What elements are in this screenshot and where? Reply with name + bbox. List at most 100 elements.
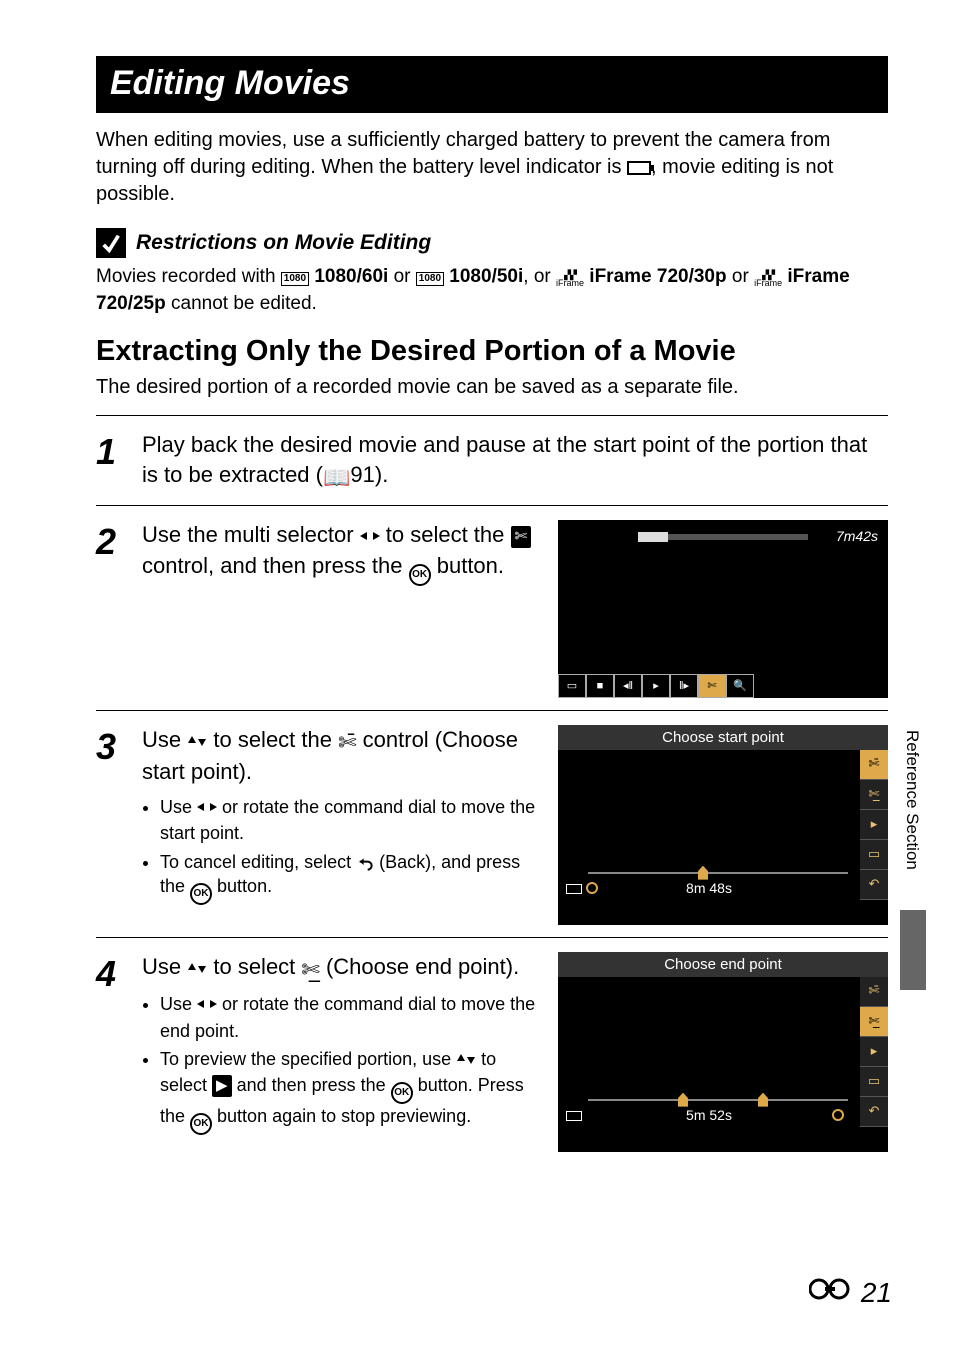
iframe-icon-1: ▞▞iFrame: [556, 271, 584, 287]
s2-t3: control, and then press the: [142, 553, 409, 578]
left-right-arrows-icon: [197, 994, 217, 1018]
restrictions-block: Restrictions on Movie Editing Movies rec…: [96, 228, 888, 317]
trim-marker: [698, 866, 708, 880]
left-right-arrows-icon: [360, 522, 380, 552]
restrictions-body: Movies recorded with 1080 1080/60i or 10…: [96, 264, 888, 317]
section-heading: Extracting Only the Desired Portion of a…: [96, 335, 888, 368]
screen-header: Choose end point: [558, 952, 888, 977]
fmt2: 1080/50i: [449, 266, 523, 287]
fmt3: iFrame 720/30p: [589, 266, 726, 287]
frame-fwd-control: ǁ▸: [670, 674, 698, 698]
screenshot-choose-start: Choose start point ✄̄ ✄̲ ▸ ▭ ↶ 8m 48s: [558, 725, 888, 925]
step-4: 4 Use to select ✄̲ (Choose end point). U…: [96, 946, 888, 1156]
footer-icon: [809, 1276, 855, 1309]
s4b2c: and then press the: [232, 1075, 391, 1095]
divider: [96, 505, 888, 506]
trim-bar: [588, 1099, 848, 1101]
restrictions-heading: Restrictions on Movie Editing: [136, 231, 431, 255]
battery-icon: [627, 161, 651, 175]
step-number: 2: [96, 520, 124, 560]
back-icon: ↶: [860, 870, 888, 900]
r-a: Movies recorded with: [96, 266, 281, 287]
trim-marker-start: [678, 1093, 688, 1107]
s4-note-1: Use or rotate the command dial to move t…: [160, 992, 542, 1043]
zoom-control: 🔍: [726, 674, 754, 698]
r-or2: or: [732, 266, 754, 287]
step-1-text: Play back the desired movie and pause at…: [142, 430, 888, 492]
intro-paragraph: When editing movies, use a sufficiently …: [96, 127, 888, 208]
back-icon: [356, 855, 374, 871]
edit-control-selected: ✄: [698, 674, 726, 698]
ok-button-icon: OK: [409, 564, 431, 586]
r-tail: cannot be edited.: [166, 293, 317, 314]
s3-t2: to select the: [207, 727, 338, 752]
book-ref-icon: 📖: [323, 463, 350, 493]
scissors-control-icon: ✄: [511, 526, 532, 548]
format-icon-1080-2: 1080: [416, 272, 444, 286]
trim-bar: [588, 872, 848, 874]
screenshot-playback: 7m42s ▭ ■ ◂ǁ ▸ ǁ▸ ✄ 🔍: [558, 520, 888, 698]
r-or1: or: [394, 266, 416, 287]
s3b2a: To cancel editing, select: [160, 852, 356, 872]
end-trim-icon: ✄̲: [301, 955, 319, 985]
side-thumb-tab: [900, 910, 926, 990]
step-3: 3 Use to select the ✄̄ control (Choose s…: [96, 719, 888, 929]
progress-thumb: [638, 532, 668, 542]
format-icon-1080: 1080: [281, 272, 309, 286]
s4-t2: to select: [207, 954, 301, 979]
time-label: 8m 48s: [558, 880, 860, 896]
step-2-text: Use the multi selector to select the ✄ c…: [142, 520, 542, 586]
screen-header: Choose start point: [558, 725, 888, 750]
s4b1a: Use: [160, 994, 197, 1014]
s4b2e: button again to stop previewing.: [212, 1106, 471, 1126]
s3b2c: button.: [212, 876, 272, 896]
play-control: ▸: [642, 674, 670, 698]
step-4-notes: Use or rotate the command dial to move t…: [142, 992, 542, 1134]
s3-note-1: Use or rotate the command dial to move t…: [160, 795, 542, 846]
ok-button-icon: OK: [391, 1082, 413, 1104]
s4-t1: Use: [142, 954, 187, 979]
s2-t1: Use the multi selector: [142, 522, 360, 547]
step-number: 3: [96, 725, 124, 765]
frame-back-control: ◂ǁ: [614, 674, 642, 698]
step-2: 2 Use the multi selector to select the ✄…: [96, 514, 888, 702]
warning-icon: [96, 228, 126, 258]
s1-ref: 91).: [350, 462, 388, 487]
save-icon: ▭: [860, 840, 888, 870]
step-1: 1 Play back the desired movie and pause …: [96, 424, 888, 496]
ok-button-icon: OK: [190, 1113, 212, 1135]
page-title: Editing Movies: [96, 56, 888, 113]
side-tool-strip: ✄̄ ✄̲ ▸ ▭ ↶: [860, 977, 888, 1127]
trim-start-icon: ✄̄: [860, 750, 888, 780]
r-mid: , or: [523, 266, 556, 287]
time-label: 7m42s: [836, 528, 878, 544]
side-tab-label: Reference Section: [902, 730, 922, 870]
step-3-notes: Use or rotate the command dial to move t…: [142, 795, 542, 905]
screenshot-choose-end: Choose end point ✄̄ ✄̲ ▸ ▭ ↶ 5m 52s: [558, 952, 888, 1152]
time-label: 5m 52s: [558, 1107, 860, 1123]
start-trim-icon: ✄̄: [338, 728, 356, 758]
divider: [96, 415, 888, 416]
play-box-icon: ▶: [212, 1075, 232, 1097]
up-down-arrows-icon: [187, 727, 207, 757]
section-subtitle: The desired portion of a recorded movie …: [96, 376, 888, 399]
trim-end-icon: ✄̲: [860, 780, 888, 810]
preview-icon: ▸: [860, 810, 888, 840]
iframe-icon-2: ▞▞iFrame: [754, 271, 782, 287]
trim-end-icon: ✄̲: [860, 1007, 888, 1037]
step-number: 4: [96, 952, 124, 992]
playback-controls: ▭ ■ ◂ǁ ▸ ǁ▸ ✄ 🔍: [558, 674, 888, 698]
s1-t1: Play back the desired movie and pause at…: [142, 432, 867, 487]
s3b1a: Use: [160, 797, 197, 817]
divider: [96, 710, 888, 711]
s4-note-2: To preview the specified portion, use to…: [160, 1047, 542, 1135]
up-down-arrows-icon: [187, 954, 207, 984]
s3-note-2: To cancel editing, select (Back), and pr…: [160, 850, 542, 905]
trim-start-icon: ✄̄: [860, 977, 888, 1007]
s4b2a: To preview the specified portion, use: [160, 1049, 456, 1069]
fmt1: 1080/60i: [314, 266, 388, 287]
s3-t1: Use: [142, 727, 187, 752]
back-icon: ↶: [860, 1097, 888, 1127]
s2-t2: to select the: [380, 522, 511, 547]
stop-control: ■: [586, 674, 614, 698]
